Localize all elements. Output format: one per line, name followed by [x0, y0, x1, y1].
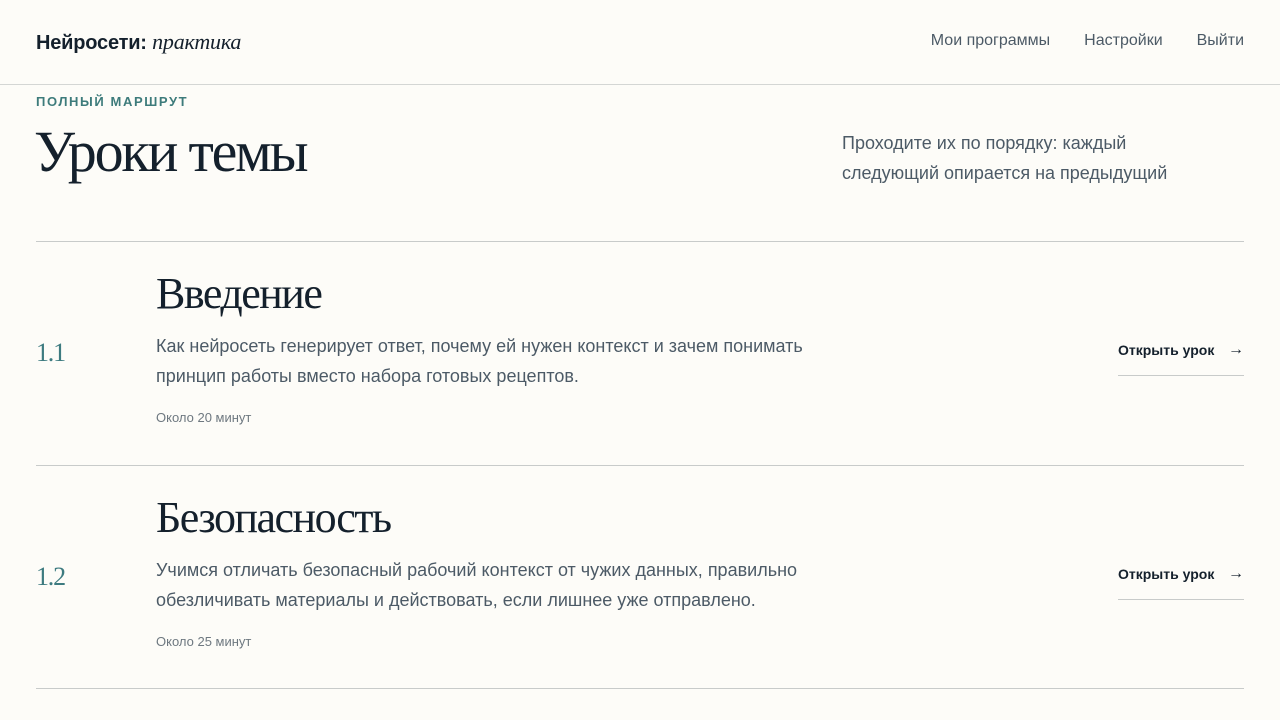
open-lesson-label: Открыть урок	[1118, 566, 1215, 582]
main-nav: Мои программы Настройки Выйти	[931, 32, 1244, 50]
lesson-item: 1.1 Введение Как нейросеть генерирует от…	[36, 242, 1244, 465]
open-lesson-button[interactable]: Открыть урок →	[1118, 566, 1244, 600]
lesson-title: Безопасность	[156, 493, 392, 542]
divider	[36, 688, 1244, 689]
lesson-number: 1.1	[36, 338, 66, 367]
logo-main-text: Нейросети:	[36, 32, 147, 54]
arrow-right-icon: →	[1228, 565, 1244, 582]
top-header: Нейросети: практика Мои программы Настро…	[0, 0, 1280, 85]
page-subtitle: Проходите их по порядку: каждый следующи…	[842, 133, 1168, 183]
lesson-description: Как нейросеть генерирует ответ, почему е…	[156, 336, 803, 386]
open-lesson-button[interactable]: Открыть урок →	[1118, 342, 1244, 376]
lesson-item: 1.2 Безопасность Учимся отличать безопас…	[36, 466, 1244, 689]
nav-settings[interactable]: Настройки	[1084, 32, 1162, 50]
nav-my-programs[interactable]: Мои программы	[931, 32, 1050, 50]
lesson-description: Учимся отличать безопасный рабочий конте…	[156, 560, 798, 610]
lesson-number: 1.2	[36, 562, 66, 591]
open-lesson-label: Открыть урок	[1118, 342, 1215, 358]
arrow-right-icon: →	[1228, 341, 1244, 358]
lesson-title: Введение	[156, 269, 323, 318]
site-logo[interactable]: Нейросети: практика	[36, 29, 241, 55]
lesson-duration: Около 20 минут	[156, 410, 252, 425]
lesson-duration: Около 25 минут	[156, 634, 252, 649]
section-eyebrow: ПОЛНЫЙ МАРШРУТ	[36, 94, 189, 109]
page-title: Уроки темы	[34, 119, 309, 184]
nav-logout[interactable]: Выйти	[1197, 32, 1244, 50]
logo-italic-text: практика	[152, 29, 242, 54]
